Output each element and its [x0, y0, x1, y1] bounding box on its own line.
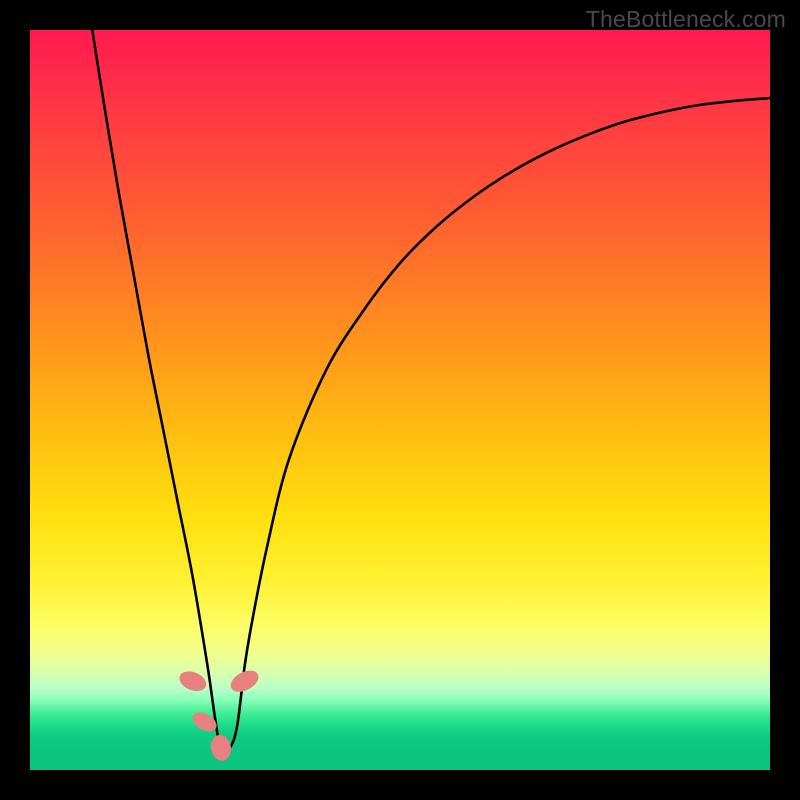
curve-beads-group: [176, 666, 262, 762]
curve-bead: [209, 733, 233, 762]
plot-area: [30, 30, 770, 770]
curve-bead: [176, 668, 209, 695]
curve-svg: [30, 30, 770, 770]
bottleneck-curve: [90, 30, 770, 755]
watermark-text: TheBottleneck.com: [586, 6, 786, 33]
